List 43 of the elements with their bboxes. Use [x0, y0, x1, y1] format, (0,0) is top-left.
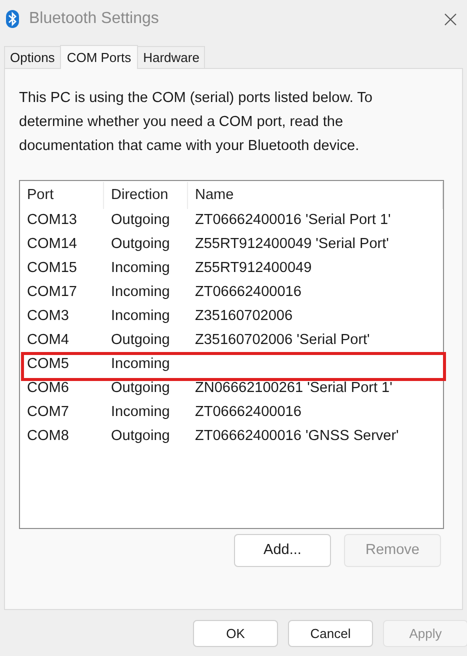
table-cell-text: Z55RT912400049: [194, 259, 313, 278]
tab[interactable]: Hardware: [137, 46, 206, 68]
table-cell-text: COM8: [26, 427, 70, 446]
column-header[interactable]: Port: [20, 182, 104, 209]
table-cell-text: ZN06662100261 'Serial Port 1': [194, 379, 394, 398]
window-title: Bluetooth Settings: [29, 9, 159, 29]
table-cell-text: Z35160702006: [194, 307, 294, 326]
button[interactable]: Add...: [234, 534, 331, 567]
table-cell-text: Incoming: [110, 259, 171, 278]
table-cell-text: COM4: [26, 331, 70, 350]
table-cell-text: ZT06662400016: [194, 403, 302, 422]
table-cell-text: COM6: [26, 379, 70, 398]
table-cell-text: Incoming: [110, 403, 171, 422]
table-cell-text: ZT06662400016 'GNSS Server': [194, 427, 400, 446]
table-cell-text: COM3: [26, 307, 70, 326]
bluetooth-icon: [6, 10, 19, 28]
table-cell-text: Incoming: [110, 283, 171, 302]
table-cell-text: ZT06662400016 'Serial Port 1': [194, 211, 392, 230]
table-cell-text: Outgoing: [110, 331, 171, 350]
table-cell-text: COM13: [26, 211, 78, 230]
table-cell-text: Outgoing: [110, 235, 171, 254]
table-cell-text: Z55RT912400049 'Serial Port': [194, 235, 390, 254]
button[interactable]: Cancel: [288, 620, 373, 647]
table-cell-text: ZT06662400016: [194, 283, 302, 302]
column-header[interactable]: Name: [188, 182, 443, 209]
tab[interactable]: Options: [4, 46, 61, 68]
table-cell-text: Outgoing: [110, 379, 171, 398]
table-cell-text: COM17: [26, 283, 78, 302]
table-cell-text: Z35160702006 'Serial Port': [194, 331, 371, 350]
table-cell-text: COM14: [26, 235, 78, 254]
column-header[interactable]: Direction: [104, 182, 188, 209]
port-list[interactable]: [19, 180, 444, 529]
table-cell-text: Outgoing: [110, 211, 171, 230]
table-cell-text: Incoming: [110, 307, 171, 326]
table-cell-text: Incoming: [110, 355, 171, 374]
table-cell-text: Outgoing: [110, 427, 171, 446]
table-cell-text: COM7: [26, 403, 70, 422]
button[interactable]: OK: [193, 620, 278, 647]
description-text: This PC is using the COM (serial) ports listed below. To determine whether you need a COM port, read the documentation that came with your Bluetooth device.: [19, 89, 374, 156]
close-icon[interactable]: [444, 12, 457, 26]
table-cell-text: COM15: [26, 259, 78, 278]
tab[interactable]: COM Ports: [60, 45, 138, 69]
table-cell-text: COM5: [26, 355, 70, 374]
